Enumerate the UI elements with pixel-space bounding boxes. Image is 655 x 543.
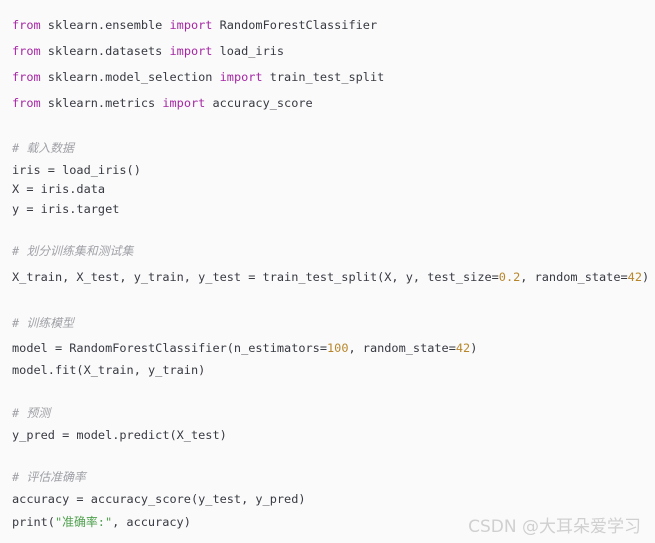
code-token: RandomForestClassifier: [212, 18, 378, 32]
code-token: sklearn.ensemble: [40, 18, 170, 32]
code-line: model = RandomForestClassifier(n_estimat…: [12, 340, 477, 356]
keyword-token: from: [12, 18, 41, 32]
code-token: load_iris: [212, 44, 285, 58]
code-line: X_train, X_test, y_train, y_test = train…: [12, 269, 649, 285]
code-line: iris = load_iris(): [12, 162, 141, 178]
code-line: print("准确率:", accuracy): [12, 514, 191, 530]
code-token: accuracy_score: [205, 96, 313, 110]
keyword-token: from: [12, 70, 41, 84]
keyword-token: from: [12, 96, 41, 110]
code-comment-line: # 评估准确率: [12, 469, 86, 485]
code-line: from sklearn.model_selection import trai…: [12, 69, 384, 85]
code-block: from sklearn.ensemble import RandomFores…: [0, 0, 655, 543]
code-token: sklearn.datasets: [40, 44, 170, 58]
comment-token: # 评估准确率: [12, 470, 86, 484]
code-token: y_pred = model.predict(X_test): [12, 428, 227, 442]
comment-token: # 预测: [12, 406, 51, 420]
code-token: iris = load_iris(): [12, 163, 141, 177]
code-token: , accuracy): [112, 515, 191, 529]
comment-token: # 划分训练集和测试集: [12, 244, 134, 258]
code-comment-line: # 训练模型: [12, 315, 74, 331]
code-token: model = RandomForestClassifier(n_estimat…: [12, 341, 327, 355]
code-line: from sklearn.datasets import load_iris: [12, 43, 284, 59]
number-token: 42: [455, 341, 471, 355]
code-token: ): [470, 341, 478, 355]
number-token: 0.2: [498, 270, 521, 284]
code-token: y = iris.target: [12, 202, 120, 216]
watermark: CSDN @大耳朵爱学习: [468, 517, 641, 537]
code-line: X = iris.data: [12, 181, 105, 197]
string-token: "准确率:": [54, 515, 113, 529]
code-line: y_pred = model.predict(X_test): [12, 427, 227, 443]
code-token: train_test_split: [262, 70, 385, 84]
code-token: , random_state=: [348, 341, 456, 355]
code-line: model.fit(X_train, y_train): [12, 362, 205, 378]
code-comment-line: # 载入数据: [12, 140, 74, 156]
comment-token: # 载入数据: [12, 141, 74, 155]
keyword-token: import: [169, 18, 213, 32]
number-token: 100: [327, 341, 349, 355]
code-line: y = iris.target: [12, 201, 119, 217]
code-comment-line: # 预测: [12, 405, 50, 421]
keyword-token: import: [169, 44, 213, 58]
code-token: ): [642, 270, 650, 284]
code-token: sklearn.metrics: [40, 96, 163, 110]
code-line: from sklearn.metrics import accuracy_sco…: [12, 95, 313, 111]
comment-token: # 训练模型: [12, 316, 74, 330]
code-token: , random_state=: [520, 270, 628, 284]
keyword-token: from: [12, 44, 41, 58]
code-line: from sklearn.ensemble import RandomFores…: [12, 17, 377, 33]
code-token: X = iris.data: [12, 182, 106, 196]
number-token: 42: [627, 270, 642, 284]
keyword-token: import: [219, 70, 263, 84]
code-line: accuracy = accuracy_score(y_test, y_pred…: [12, 491, 306, 507]
code-token: accuracy = accuracy_score(y_test, y_pred…: [12, 492, 306, 506]
code-comment-line: # 划分训练集和测试集: [12, 243, 133, 259]
keyword-token: import: [162, 96, 206, 110]
code-token: X_train, X_test, y_train, y_test = train…: [12, 270, 499, 284]
code-token: sklearn.model_selection: [40, 70, 220, 84]
code-token: model.fit(X_train, y_train): [12, 363, 206, 377]
code-token: print(: [12, 515, 55, 529]
